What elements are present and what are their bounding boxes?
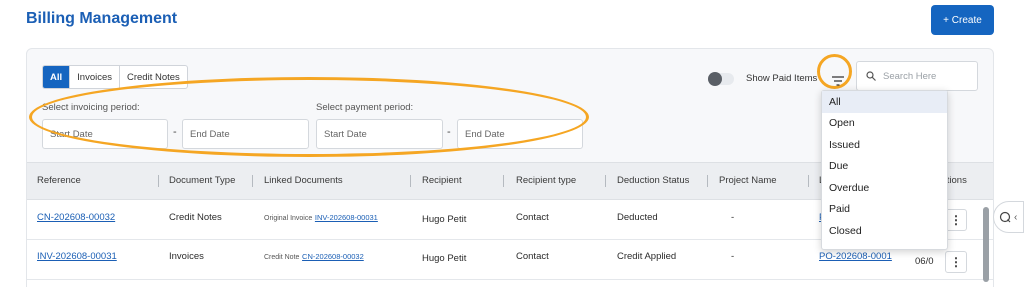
dropdown-option-overdue[interactable]: Overdue [822, 177, 947, 199]
vertical-scrollbar[interactable] [983, 207, 989, 282]
table-row [27, 280, 993, 287]
column-header-recipient-type[interactable]: Recipient type [516, 175, 576, 186]
linked-po-link[interactable]: PO-202608-0001 [819, 251, 892, 262]
column-header-reference[interactable]: Reference [37, 175, 81, 186]
reference-link[interactable]: CN-202608-00032 [37, 212, 115, 223]
search-icon [866, 71, 876, 81]
status-filter-dropdown: All Open Issued Due Overdue Paid Closed [821, 90, 948, 250]
show-paid-label: Show Paid Items [746, 73, 818, 84]
column-header-linked-documents[interactable]: Linked Documents [264, 175, 343, 186]
column-header-project-name[interactable]: Project Name [719, 175, 777, 186]
tab-invoices[interactable]: Invoices [70, 66, 120, 88]
chevron-left-icon: ‹ [1014, 211, 1018, 223]
toggle-knob [708, 72, 722, 86]
project-name-cell: - [731, 212, 735, 223]
deduction-status-cell: Deducted [617, 212, 658, 223]
linked-documents-cell: Credit Note CN-202608-00032 [264, 251, 364, 262]
date-cell: 06/0 [915, 256, 934, 267]
column-header-document-type[interactable]: Document Type [169, 175, 235, 186]
row-actions-button[interactable]: ⋮ [945, 251, 967, 273]
filter-icon [832, 76, 844, 86]
column-separator [503, 175, 504, 187]
tab-all[interactable]: All [43, 66, 71, 88]
column-header-recipient[interactable]: Recipient [422, 175, 462, 186]
dropdown-option-issued[interactable]: Issued [822, 134, 947, 156]
chat-icon [999, 211, 1011, 223]
dropdown-option-paid[interactable]: Paid [822, 199, 947, 221]
column-separator [605, 175, 606, 187]
dropdown-option-due[interactable]: Due [822, 156, 947, 178]
column-separator [808, 175, 809, 187]
document-type-cell: Invoices [169, 251, 204, 262]
page-title: Billing Management [26, 10, 178, 27]
recipient-type-cell: Contact [516, 251, 549, 262]
document-type-cell: Credit Notes [169, 212, 222, 223]
linked-documents-cell: Original Invoice INV-202608-00031 [264, 212, 378, 223]
recipient-cell: Hugo Petit [422, 214, 467, 225]
show-paid-toggle[interactable] [708, 72, 734, 86]
side-chat-tab[interactable]: ‹ [993, 201, 1024, 233]
recipient-cell: Hugo Petit [422, 253, 467, 264]
period-highlight-oval [29, 77, 589, 157]
column-separator [158, 175, 159, 187]
dropdown-option-open[interactable]: Open [822, 113, 947, 135]
row-actions-button[interactable]: ⋮ [945, 209, 967, 231]
linked-prefix: Original Invoice [264, 215, 313, 222]
column-separator [410, 175, 411, 187]
reference-link[interactable]: INV-202608-00031 [37, 251, 117, 262]
recipient-type-cell: Contact [516, 212, 549, 223]
deduction-status-cell: Credit Applied [617, 251, 677, 262]
column-separator [707, 175, 708, 187]
linked-document-link[interactable]: INV-202608-00031 [315, 213, 378, 222]
search-field[interactable]: Search Here [856, 61, 978, 91]
dropdown-option-all[interactable]: All [822, 91, 947, 113]
column-header-deduction-status[interactable]: Deduction Status [617, 175, 689, 186]
linked-prefix: Credit Note [264, 254, 300, 261]
dropdown-option-closed[interactable]: Closed [822, 220, 947, 242]
create-button[interactable]: + Create [931, 5, 994, 35]
project-name-cell: - [731, 251, 735, 262]
linked-document-link[interactable]: CN-202608-00032 [302, 252, 364, 261]
search-placeholder: Search Here [883, 70, 937, 82]
column-separator [252, 175, 253, 187]
